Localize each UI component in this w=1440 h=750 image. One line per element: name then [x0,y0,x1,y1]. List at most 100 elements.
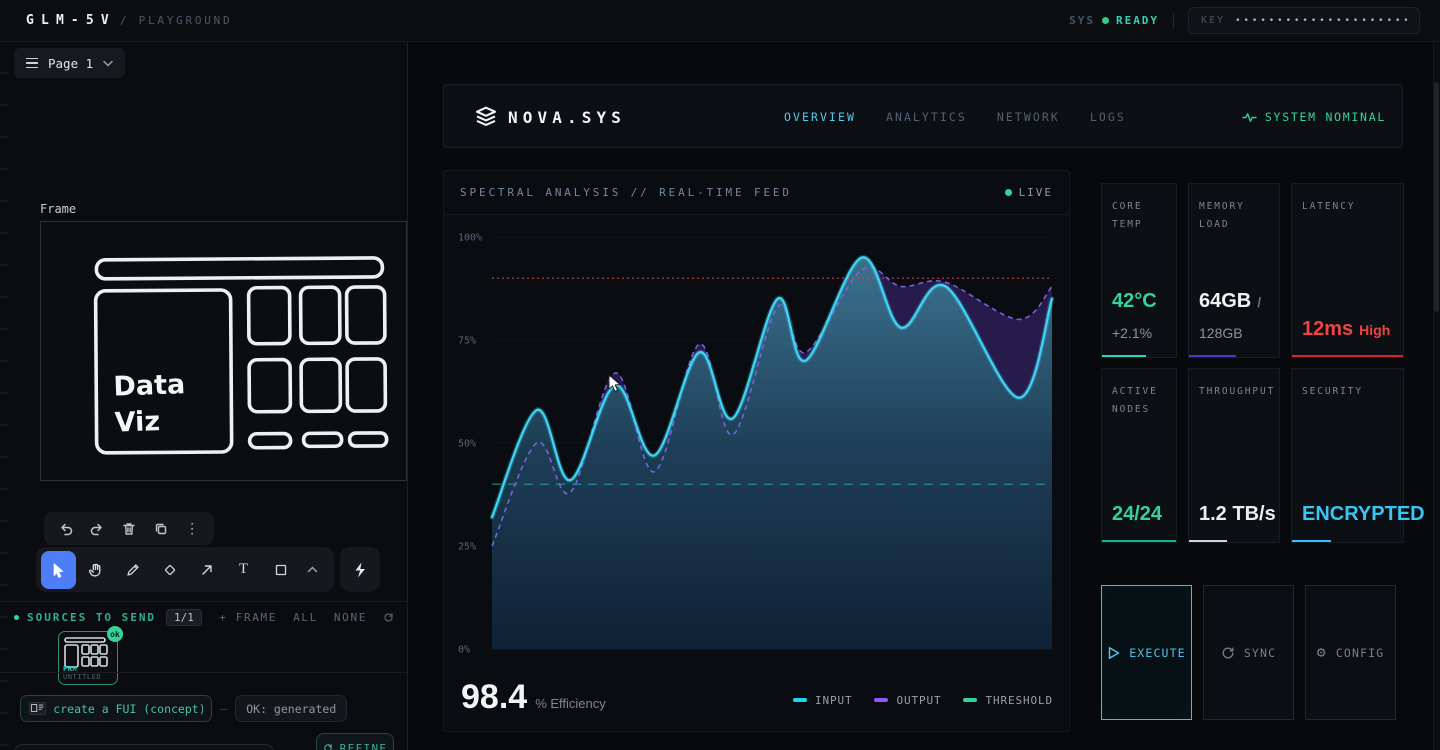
system-status-label: SYSTEM NOMINAL [1265,110,1386,124]
refresh-icon[interactable] [383,612,394,623]
refine-button[interactable]: REFINE [316,733,394,750]
sources-dot [14,615,19,620]
redo-button[interactable] [82,514,114,543]
draw-toolbar: T [36,547,334,592]
stat-card-core-temp: CORE TEMP 42°C +2.1% [1101,183,1177,358]
legend-input[interactable]: INPUT [793,694,853,707]
scrollbar-thumb[interactable] [1434,82,1439,312]
tab-network[interactable]: NETWORK [997,110,1060,124]
play-icon [1107,646,1120,660]
stat-card-security: SECURITY ENCRYPTED [1291,368,1404,543]
divider [0,672,408,673]
sys-status-group: SYS READY [1069,14,1159,27]
sketch-topbar [96,258,382,279]
accent-bar [1189,540,1227,543]
generate-button[interactable] [340,547,380,592]
eraser-tool[interactable] [152,551,187,589]
duplicate-button[interactable] [145,514,177,543]
frame-label: Frame [40,202,76,216]
add-frame-button[interactable]: + FRAME [219,611,277,624]
accent-bar [1102,355,1146,358]
sources-label: SOURCES TO SEND [27,611,156,624]
dashboard-tabs: OVERVIEW ANALYTICS NETWORK LOGS [784,110,1126,124]
legend-threshold[interactable]: THRESHOLD [963,694,1053,707]
prompt-section: create a FUI (concept) f… – OK: generate… [20,695,347,722]
app-brand: GLM-5V [26,13,116,28]
arrow-tool[interactable] [189,551,224,589]
stat-card-latency: LATENCY 12msHigh [1291,183,1404,358]
sys-status: READY [1116,14,1159,27]
delete-button[interactable] [113,514,145,543]
tab-analytics[interactable]: ANALYTICS [886,110,967,124]
actions-row: EXECUTE SYNC ⚙ CONFIG [1101,585,1396,720]
dashboard-header: NOVA.SYS OVERVIEW ANALYTICS NETWORK LOGS… [443,84,1403,148]
generation-result-chip: OK: generated [235,695,347,722]
pencil-tool[interactable] [115,551,150,589]
more-options-button[interactable]: ⋮ [176,514,208,543]
svg-text:75%: 75% [458,336,476,347]
efficiency-value: 98.4 [461,678,527,717]
svg-text:50%: 50% [458,439,476,450]
stats-grid: CORE TEMP 42°C +2.1% MEMORY LOAD 64GB/ 1… [1101,183,1404,543]
legend-output[interactable]: OUTPUT [874,694,941,707]
execute-button[interactable]: EXECUTE [1101,585,1192,720]
stat-card-active-nodes: ACTIVE NODES 24/24 [1101,368,1177,543]
thumbnail-caption: FRM UNTITLED [63,665,117,681]
scrollbar[interactable] [1433,42,1440,750]
menu-icon [26,58,38,69]
select-tool[interactable] [41,551,76,589]
prompt-text: create a FUI (concept) f… [53,702,203,716]
sources-section: SOURCES TO SEND 1/1 + FRAME ALL NONE [14,609,394,626]
prompt-input[interactable]: create a FUI (concept) f… [20,695,212,722]
divider [1173,13,1174,29]
refine-label: REFINE [340,742,388,750]
svg-text:100%: 100% [458,233,482,244]
api-key-field[interactable]: KEY ••••••••••••••••••••••••••• [1188,7,1420,34]
chart-title: SPECTRAL ANALYSIS // REAL-TIME FEED [460,186,792,199]
sync-button[interactable]: SYNC [1203,585,1294,720]
accent-bar [1292,540,1331,543]
top-bar: GLM-5V / PLAYGROUND SYS READY KEY ••••••… [0,0,1440,42]
ruler-ticks [0,42,8,750]
edit-toolbar: ⋮ [44,512,214,545]
config-button[interactable]: ⚙ CONFIG [1305,585,1396,720]
divider [0,601,408,602]
sys-label: SYS [1069,14,1095,27]
dashboard-brand: NOVA.SYS [508,108,626,127]
undo-button[interactable] [50,514,82,543]
live-dot [1005,189,1012,196]
prompt-thumbnail-icon [29,701,46,716]
select-none-button[interactable]: NONE [334,611,367,624]
live-label: LIVE [1019,186,1053,199]
shape-tool[interactable] [263,551,298,589]
tab-logs[interactable]: LOGS [1090,110,1126,124]
sources-count-badge: 1/1 [166,609,202,626]
live-indicator: LIVE [1005,186,1053,199]
source-thumbnail[interactable]: ok FRM UNTITLED [58,631,118,685]
chart-legend: INPUT OUTPUT THRESHOLD [793,694,1053,707]
ok-badge: ok [107,626,123,642]
page-selector[interactable]: Page 1 [14,48,125,78]
sketch-text-line2: Viz [114,406,160,439]
layers-icon [474,105,498,129]
sketch-frame[interactable]: Data Viz [40,221,407,481]
preview-pane: NOVA.SYS OVERVIEW ANALYTICS NETWORK LOGS… [409,42,1440,750]
chevron-down-icon [103,60,113,67]
gear-icon: ⚙ [1317,645,1327,660]
canvas-panel: Page 1 Frame Data Viz ⋮ [0,42,408,750]
breadcrumb: / PLAYGROUND [120,14,232,27]
more-tools-button[interactable] [300,551,324,589]
sketch-text-line1: Data [113,369,186,402]
key-label: KEY [1201,15,1225,26]
spectral-chart: 100%75%50%25%0% [458,223,1058,657]
select-all-button[interactable]: ALL [293,611,318,624]
tab-overview[interactable]: OVERVIEW [784,110,856,124]
refresh-icon [323,743,333,750]
hand-tool[interactable] [78,551,113,589]
zap-icon [352,561,368,579]
accent-bar [1189,355,1236,358]
text-tool[interactable]: T [226,551,261,589]
stat-card-memory-load: MEMORY LOAD 64GB/ 128GB [1188,183,1280,358]
stat-card-throughput: THROUGHPUT 1.2 TB/s [1188,368,1280,543]
accent-bar [1102,540,1176,543]
